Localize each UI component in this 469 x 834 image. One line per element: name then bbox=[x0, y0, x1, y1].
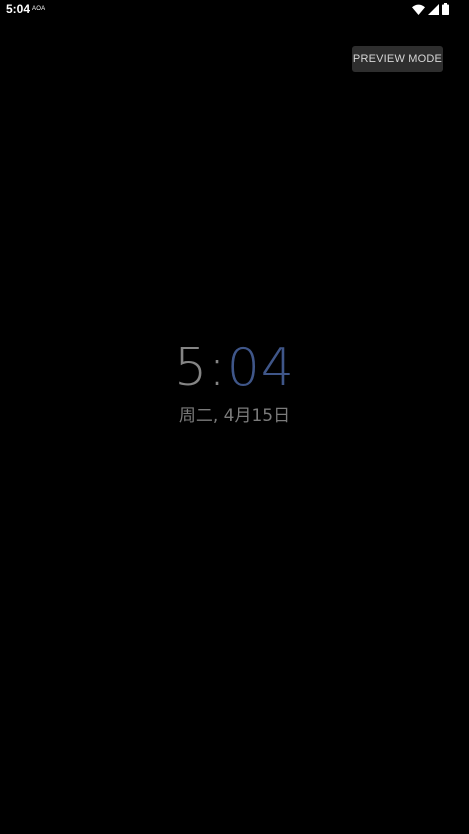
status-app-badge: AOA bbox=[32, 6, 46, 12]
signal-icon bbox=[428, 3, 439, 15]
date-label: 周二, 4月15日 bbox=[178, 406, 291, 426]
clock-separator: : bbox=[208, 338, 227, 398]
battery-icon bbox=[442, 3, 449, 15]
status-bar: 5:04 AOA bbox=[0, 0, 469, 20]
clock: 5:04 bbox=[0, 336, 469, 400]
status-time: 5:04 bbox=[6, 2, 31, 16]
wifi-icon bbox=[412, 4, 425, 15]
clock-minutes: 04 bbox=[226, 338, 295, 398]
preview-mode-button[interactable]: PREVIEW MODE bbox=[352, 46, 443, 72]
clock-hours: 5 bbox=[174, 338, 209, 398]
status-icons bbox=[412, 3, 449, 15]
